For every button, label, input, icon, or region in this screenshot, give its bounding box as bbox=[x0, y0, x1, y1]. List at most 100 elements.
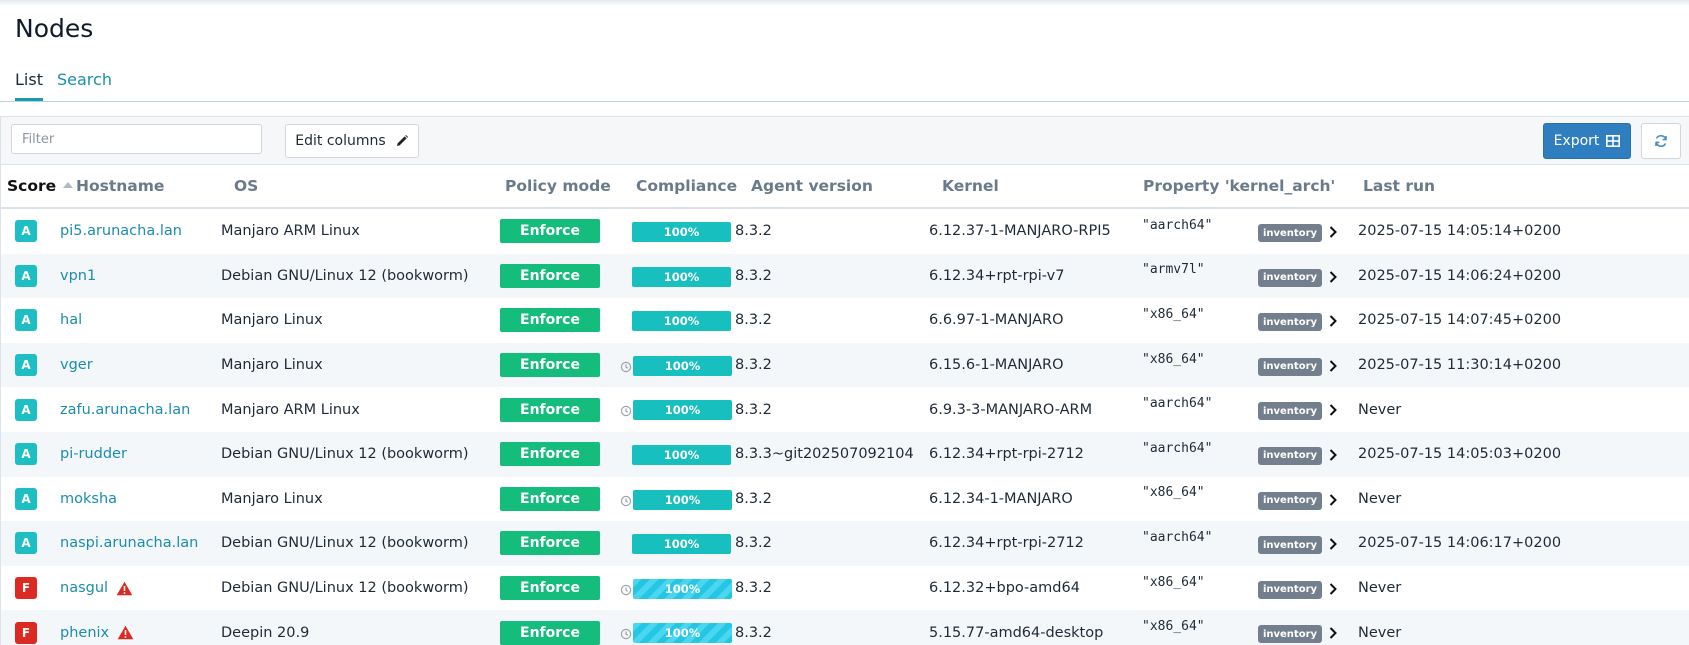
hostname-link[interactable]: vger bbox=[60, 357, 93, 373]
kernel-value: 6.12.34+rpt-rpi-v7 bbox=[929, 267, 1065, 284]
tab-search[interactable]: Search bbox=[57, 70, 112, 98]
os-value: Deepin 20.9 bbox=[221, 624, 310, 641]
inventory-badge[interactable]: inventory bbox=[1258, 313, 1322, 332]
compliance-bar[interactable]: 100% bbox=[633, 623, 732, 644]
compliance-bar[interactable]: 100% bbox=[632, 222, 731, 242]
refresh-icon bbox=[1654, 134, 1668, 148]
kernel-arch-value: "x86_64" bbox=[1142, 306, 1205, 322]
os-value: Manjaro ARM Linux bbox=[221, 223, 360, 240]
hostname-link[interactable]: zafu.arunacha.lan bbox=[60, 402, 190, 418]
hostname-link[interactable]: vpn1 bbox=[60, 268, 96, 284]
last-run-value: 2025-07-15 11:30:14+0200 bbox=[1358, 357, 1562, 374]
inventory-badge[interactable]: inventory bbox=[1258, 224, 1322, 242]
clock-icon bbox=[620, 492, 632, 511]
chevron-right-icon[interactable] bbox=[1329, 447, 1337, 466]
inventory-badge[interactable]: inventory bbox=[1258, 402, 1322, 421]
os-value: Manjaro Linux bbox=[221, 357, 323, 374]
table-row[interactable]: Anaspi.arunacha.lan Debian GNU/Linux 12 (… bbox=[1, 521, 1689, 566]
edit-columns-button[interactable]: Edit columns bbox=[285, 124, 419, 158]
tab-bar: List Search bbox=[0, 62, 1689, 102]
chevron-right-icon[interactable] bbox=[1329, 313, 1337, 332]
column-header-kernel[interactable]: Kernel bbox=[942, 177, 999, 195]
chevron-right-icon[interactable] bbox=[1329, 224, 1337, 243]
tab-list[interactable]: List bbox=[15, 70, 43, 101]
table-row[interactable]: Fnasgul Debian GNU/Linux 12 (bookworm) Enf… bbox=[1, 566, 1689, 611]
table-row[interactable]: Fphenix Deepin 20.9 Enforce 100% 8.3.2 5.15.7… bbox=[1, 610, 1689, 645]
score-badge: A bbox=[15, 354, 37, 377]
kernel-arch-value: "aarch64" bbox=[1142, 529, 1213, 545]
chevron-right-icon[interactable] bbox=[1329, 402, 1337, 421]
column-header-policy-mode[interactable]: Policy mode bbox=[505, 177, 611, 195]
column-score-label: Score bbox=[7, 177, 57, 195]
chevron-right-icon[interactable] bbox=[1329, 581, 1337, 600]
kernel-value: 6.9.3-3-MANJARO-ARM bbox=[929, 401, 1093, 418]
table-row[interactable]: Ahal Manjaro Linux Enforce 100% 8.3.2 6.6.97-… bbox=[1, 298, 1689, 343]
hostname-link[interactable]: phenix bbox=[60, 625, 109, 641]
last-run-value: Never bbox=[1358, 624, 1402, 641]
compliance-bar[interactable]: 100% bbox=[633, 355, 732, 376]
clock-icon bbox=[620, 402, 632, 421]
table-row[interactable]: Avger Manjaro Linux Enforce 100% 8.3.2 6.15.6… bbox=[1, 342, 1689, 388]
os-value: Debian GNU/Linux 12 (bookworm) bbox=[221, 580, 469, 597]
column-header-compliance[interactable]: Compliance bbox=[636, 177, 737, 195]
refresh-button[interactable] bbox=[1641, 123, 1681, 159]
pencil-icon bbox=[395, 134, 409, 148]
inventory-badge[interactable]: inventory bbox=[1258, 357, 1322, 376]
compliance-bar[interactable]: 100% bbox=[633, 400, 732, 421]
chevron-right-icon[interactable] bbox=[1329, 358, 1337, 377]
hostname-link[interactable]: nasgul bbox=[60, 580, 108, 596]
column-header-kernel-arch[interactable]: Property 'kernel_arch' bbox=[1143, 177, 1335, 195]
column-header-agent-version[interactable]: Agent version bbox=[751, 177, 873, 195]
table-toolbar: Edit columns Export bbox=[1, 117, 1689, 165]
edit-columns-label: Edit columns bbox=[295, 133, 386, 149]
last-run-value: 2025-07-15 14:05:03+0200 bbox=[1358, 446, 1562, 463]
compliance-bar[interactable]: 100% bbox=[632, 311, 731, 332]
agent-version-value: 8.3.2 bbox=[735, 580, 772, 597]
inventory-badge[interactable]: inventory bbox=[1258, 536, 1322, 555]
kernel-value: 5.15.77-amd64-desktop bbox=[929, 624, 1104, 641]
chevron-right-icon[interactable] bbox=[1329, 625, 1337, 644]
agent-version-value: 8.3.2 bbox=[735, 267, 772, 284]
hostname-link[interactable]: moksha bbox=[60, 491, 117, 507]
compliance-bar[interactable]: 100% bbox=[632, 534, 731, 555]
inventory-badge[interactable]: inventory bbox=[1258, 446, 1322, 465]
compliance-bar[interactable]: 100% bbox=[633, 489, 732, 510]
kernel-value: 6.6.97-1-MANJARO bbox=[929, 312, 1064, 329]
compliance-bar[interactable]: 100% bbox=[633, 578, 732, 599]
column-header-hostname[interactable]: Hostname bbox=[76, 177, 164, 195]
inventory-badge[interactable]: inventory bbox=[1258, 491, 1322, 510]
agent-version-value: 8.3.3~git202507092104 bbox=[735, 446, 914, 463]
hostname-link[interactable]: naspi.arunacha.lan bbox=[60, 535, 198, 551]
compliance-bar[interactable]: 100% bbox=[632, 266, 731, 287]
kernel-arch-value: "x86_64" bbox=[1142, 351, 1205, 367]
hostname-link[interactable]: pi-rudder bbox=[60, 446, 127, 462]
score-badge: F bbox=[15, 577, 37, 600]
column-header-score[interactable]: Score bbox=[7, 177, 74, 195]
kernel-value: 6.12.34-1-MANJARO bbox=[929, 490, 1073, 507]
score-badge: A bbox=[15, 398, 37, 421]
inventory-badge[interactable]: inventory bbox=[1258, 625, 1322, 644]
hostname-link[interactable]: hal bbox=[60, 312, 82, 328]
column-header-last-run[interactable]: Last run bbox=[1363, 177, 1435, 195]
chevron-right-icon[interactable] bbox=[1329, 492, 1337, 511]
table-row[interactable]: Azafu.arunacha.lan Manjaro ARM Linux Enfor… bbox=[1, 387, 1689, 432]
inventory-badge[interactable]: inventory bbox=[1258, 580, 1322, 599]
warning-icon bbox=[116, 581, 133, 596]
chevron-right-icon[interactable] bbox=[1329, 536, 1337, 555]
export-button[interactable]: Export bbox=[1543, 123, 1631, 159]
hostname-link[interactable]: pi5.arunacha.lan bbox=[60, 223, 182, 239]
column-header-os[interactable]: OS bbox=[234, 177, 258, 195]
chevron-right-icon[interactable] bbox=[1329, 269, 1337, 288]
table-row[interactable]: Amoksha Manjaro Linux Enforce 100% 8.3.2 6.12… bbox=[1, 477, 1689, 522]
compliance-bar[interactable]: 100% bbox=[632, 444, 731, 465]
table-icon bbox=[1606, 135, 1621, 147]
table-row[interactable]: Api-rudder Debian GNU/Linux 12 (bookworm)… bbox=[1, 431, 1689, 477]
inventory-badge[interactable]: inventory bbox=[1258, 268, 1322, 287]
table-row[interactable]: Api5.arunacha.lan Manjaro ARM Linux Enforc… bbox=[1, 209, 1689, 254]
os-value: Manjaro Linux bbox=[221, 312, 323, 329]
filter-input[interactable] bbox=[11, 124, 262, 154]
os-value: Debian GNU/Linux 12 (bookworm) bbox=[221, 446, 469, 463]
last-run-value: 2025-07-15 14:06:24+0200 bbox=[1358, 267, 1562, 284]
table-row[interactable]: Avpn1 Debian GNU/Linux 12 (bookworm) Enfor… bbox=[1, 253, 1689, 299]
kernel-arch-value: "armv7l" bbox=[1142, 262, 1205, 278]
